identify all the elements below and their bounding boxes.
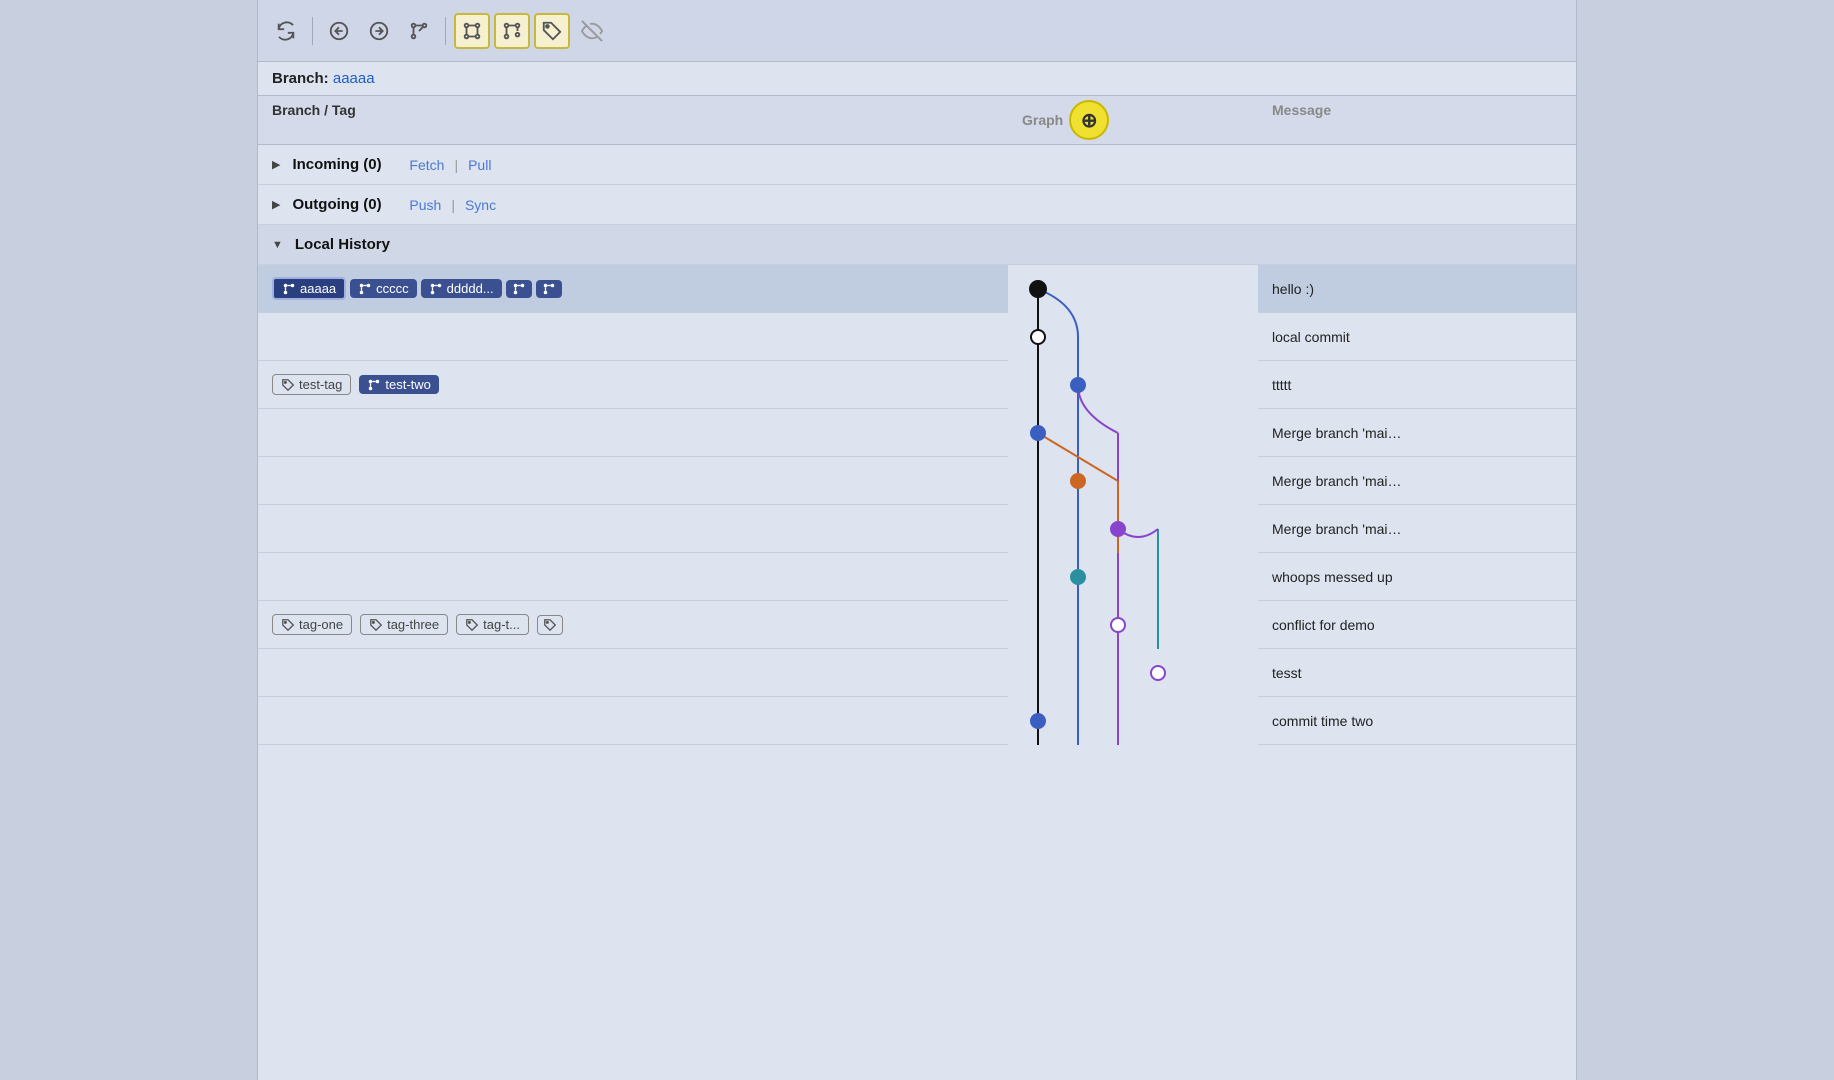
col-message-header: Message xyxy=(1272,102,1562,138)
tag-icon xyxy=(369,618,383,632)
message-row-9[interactable]: commit time two xyxy=(1258,697,1576,745)
message-row-7[interactable]: conflict for demo xyxy=(1258,601,1576,649)
tag-badge-tag-t[interactable]: tag-t... xyxy=(456,614,529,635)
toolbar xyxy=(258,0,1576,62)
branch-icon xyxy=(358,282,372,296)
push-link[interactable]: Push xyxy=(409,197,441,213)
tag-button[interactable] xyxy=(534,13,570,49)
branch-tag-icon-1[interactable] xyxy=(506,280,532,298)
branch-icon xyxy=(282,282,296,296)
commit-row-1-tags[interactable] xyxy=(258,313,1008,361)
outgoing-row: ▶ Outgoing (0) Push | Sync xyxy=(258,185,1576,225)
branch-tag-ccccc[interactable]: ccccc xyxy=(350,279,417,298)
branch-icon xyxy=(367,378,381,392)
node-5[interactable] xyxy=(1111,522,1125,536)
right-section: hello :) local commit ttttt Merge branch… xyxy=(1258,265,1576,1080)
incoming-row: ▶ Incoming (0) Fetch | Pull xyxy=(258,145,1576,185)
branch-tag-aaaaa[interactable]: aaaaa xyxy=(272,277,346,300)
tag-badge-tag-one[interactable]: tag-one xyxy=(272,614,352,635)
tag-icon-extra[interactable] xyxy=(537,615,563,635)
branch-tag-test-two[interactable]: test-two xyxy=(359,375,439,394)
node-2[interactable] xyxy=(1071,378,1085,392)
outgoing-expand-arrow[interactable]: ▶ xyxy=(272,198,280,211)
node-0[interactable] xyxy=(1030,281,1046,297)
branch-button[interactable] xyxy=(401,13,437,49)
node-4[interactable] xyxy=(1071,474,1085,488)
back-button[interactable] xyxy=(321,13,357,49)
node-1[interactable] xyxy=(1031,330,1045,344)
left-section: aaaaa ccccc ddddd... xyxy=(258,265,1008,1080)
tag-badge-test-tag[interactable]: test-tag xyxy=(272,374,351,395)
tag-icon xyxy=(543,618,557,632)
branch-header: Branch: aaaaa xyxy=(258,62,1576,95)
node-6[interactable] xyxy=(1071,570,1085,584)
commit-row-3-tags[interactable] xyxy=(258,409,1008,457)
message-row-4[interactable]: Merge branch 'mai… xyxy=(1258,457,1576,505)
hide-button[interactable] xyxy=(574,13,610,49)
message-row-0[interactable]: hello :) xyxy=(1258,265,1576,313)
main-container: Branch: aaaaa Branch / Tag Graph ⊕ Messa… xyxy=(257,0,1577,1080)
branch-name[interactable]: aaaaa xyxy=(333,70,375,87)
branch-view-button[interactable] xyxy=(494,13,530,49)
pull-link[interactable]: Pull xyxy=(468,157,491,173)
local-history-label: Local History xyxy=(295,236,390,253)
node-7[interactable] xyxy=(1111,618,1125,632)
branch-icon xyxy=(429,282,443,296)
local-history-expand-arrow[interactable]: ▼ xyxy=(272,239,283,251)
tag-icon xyxy=(281,378,295,392)
tag-badge-tag-three[interactable]: tag-three xyxy=(360,614,448,635)
sync-link[interactable]: Sync xyxy=(465,197,496,213)
graph-section: aaaaa ccccc ddddd... xyxy=(258,265,1576,1080)
col-branch-tag-header: Branch / Tag xyxy=(272,102,1022,138)
branch-tag-ddddd[interactable]: ddddd... xyxy=(421,279,502,298)
tag-icon xyxy=(465,618,479,632)
outgoing-label: Outgoing (0) xyxy=(292,196,381,213)
branch-icon xyxy=(512,282,526,296)
node-3[interactable] xyxy=(1031,426,1045,440)
fetch-link[interactable]: Fetch xyxy=(409,157,444,173)
table-header: Branch / Tag Graph ⊕ Message xyxy=(258,95,1576,145)
commit-row-7-tags[interactable]: tag-one tag-three tag-t... xyxy=(258,601,1008,649)
graph-view-button[interactable] xyxy=(454,13,490,49)
graph-cursor-icon: ⊕ xyxy=(1071,102,1107,138)
col-graph-header: Graph ⊕ xyxy=(1022,102,1272,138)
message-row-8[interactable]: tesst xyxy=(1258,649,1576,697)
branch-tag-icon-2[interactable] xyxy=(536,280,562,298)
tag-icon xyxy=(281,618,295,632)
commit-row-2-tags[interactable]: test-tag test-two xyxy=(258,361,1008,409)
message-row-6[interactable]: whoops messed up xyxy=(1258,553,1576,601)
toolbar-divider-1 xyxy=(312,17,313,45)
message-row-3[interactable]: Merge branch 'mai… xyxy=(1258,409,1576,457)
node-9[interactable] xyxy=(1031,714,1045,728)
incoming-label: Incoming (0) xyxy=(292,156,381,173)
message-row-2[interactable]: ttttt xyxy=(1258,361,1576,409)
branch-label: Branch: xyxy=(272,70,329,87)
commit-row-5-tags[interactable] xyxy=(258,505,1008,553)
commit-row-0-tags[interactable]: aaaaa ccccc ddddd... xyxy=(258,265,1008,313)
incoming-expand-arrow[interactable]: ▶ xyxy=(272,158,280,171)
node-8[interactable] xyxy=(1151,666,1165,680)
refresh-button[interactable] xyxy=(268,13,304,49)
message-row-1[interactable]: local commit xyxy=(1258,313,1576,361)
branch-icon xyxy=(542,282,556,296)
forward-button[interactable] xyxy=(361,13,397,49)
commit-row-8-tags[interactable] xyxy=(258,649,1008,697)
commit-row-4-tags[interactable] xyxy=(258,457,1008,505)
local-history-header: ▼ Local History xyxy=(258,225,1576,265)
commit-row-6-tags[interactable] xyxy=(258,553,1008,601)
toolbar-divider-2 xyxy=(445,17,446,45)
commit-graph-svg xyxy=(1008,265,1258,745)
commit-row-9-tags[interactable] xyxy=(258,697,1008,745)
middle-graph-section xyxy=(1008,265,1258,1080)
message-row-5[interactable]: Merge branch 'mai… xyxy=(1258,505,1576,553)
